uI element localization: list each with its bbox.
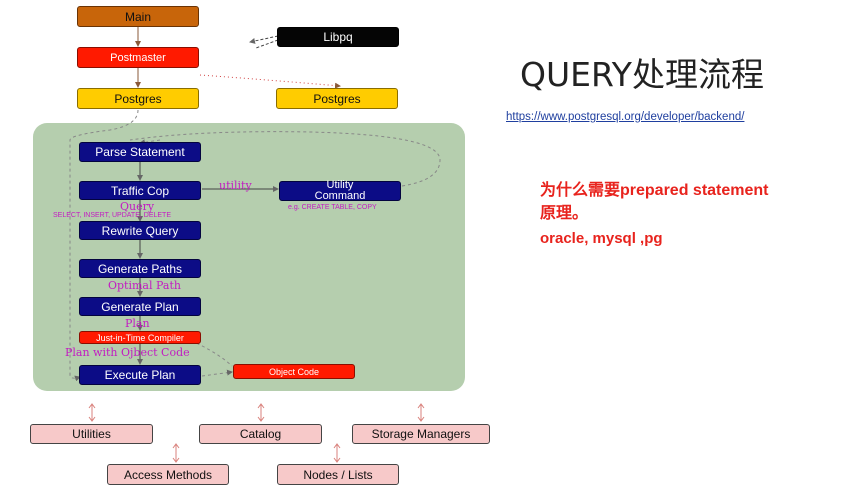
libpq-node: Libpq <box>277 27 399 47</box>
parse-statement-node: Parse Statement <box>79 142 201 162</box>
catalog-node: Catalog <box>199 424 322 444</box>
postgres-left-node: Postgres <box>77 88 199 109</box>
utility-examples-label: e.g. CREATE TABLE, COPY <box>288 204 377 211</box>
jit-compiler-node: Just-in-Time Compiler <box>79 331 201 344</box>
question-line1: 为什么需要prepared statement <box>540 182 769 199</box>
optimal-path-label: Optimal Path <box>108 279 181 292</box>
slide-title: QUERY处理流程 <box>520 55 764 94</box>
utility-command-line2: Command <box>314 190 366 202</box>
access-methods-node: Access Methods <box>107 464 229 485</box>
main-node: Main <box>77 6 199 27</box>
backend-link[interactable]: https://www.postgresql.org/developer/bac… <box>506 111 744 123</box>
utility-command-node: Utility Command <box>279 180 401 202</box>
postgres-right-node: Postgres <box>276 88 398 109</box>
nodes-lists-node: Nodes / Lists <box>277 464 399 485</box>
rewrite-query-node: Rewrite Query <box>79 221 201 240</box>
query-examples-label: SELECT, INSERT, UPDATE, DELETE <box>53 212 171 219</box>
traffic-cop-node: Traffic Cop <box>79 181 201 200</box>
generate-plan-node: Generate Plan <box>79 297 201 316</box>
storage-managers-node: Storage Managers <box>352 424 490 444</box>
utilities-node: Utilities <box>30 424 153 444</box>
execute-plan-node: Execute Plan <box>79 365 201 385</box>
utility-edge-label: utility <box>219 179 252 192</box>
question-line2: 原理。 <box>540 205 589 222</box>
question-line3: oracle, mysql ,pg <box>540 230 663 247</box>
generate-paths-node: Generate Paths <box>79 259 201 278</box>
plan-label: Plan <box>125 317 150 330</box>
query-edge-label: Query <box>120 200 155 213</box>
object-code-node: Object Code <box>233 364 355 379</box>
plan-with-object-code-label: Plan with Ojbect Code <box>65 346 190 359</box>
postmaster-node: Postmaster <box>77 47 199 68</box>
